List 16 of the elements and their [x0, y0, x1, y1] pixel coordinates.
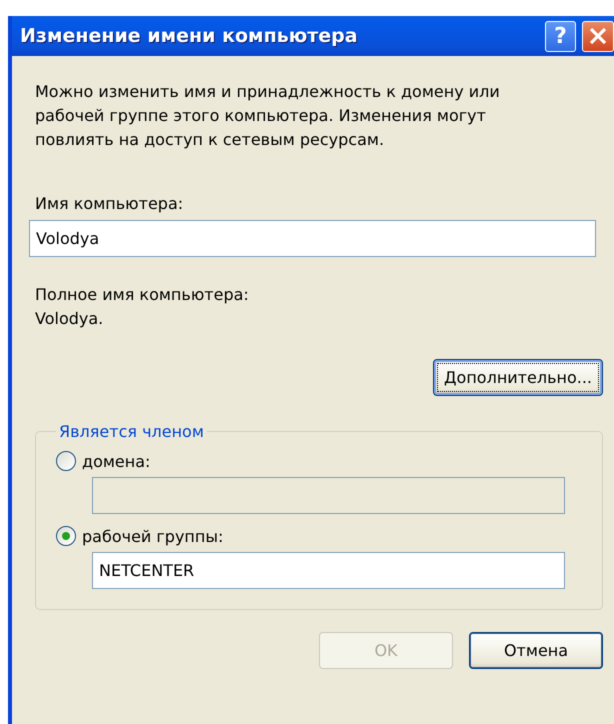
close-icon — [588, 26, 608, 46]
close-button[interactable] — [582, 20, 614, 52]
text-field[interactable]: NETCENTER — [92, 552, 565, 589]
radio-button[interactable] — [56, 451, 76, 471]
window-title: Изменение имени компьютера — [20, 25, 359, 47]
field-label: Имя компьютера: — [34, 193, 184, 215]
cancel-button[interactable]: Отмена — [469, 632, 603, 669]
radio-label: рабочей группы: — [82, 526, 224, 546]
full-name-text: Volodya. — [34, 308, 104, 330]
description-text: Можно изменить имя и принадлежность к домену или рабочей группе этого компьютера. Изменения могут повлиять на доступ к сетевым ресурсам. — [34, 81, 501, 151]
group-legend: Является членом — [56, 422, 207, 441]
computer-name-field[interactable]: Volodya — [29, 220, 596, 257]
field-label: Полное имя компьютера: — [34, 284, 250, 306]
radio-button[interactable] — [56, 526, 76, 546]
advanced-button[interactable]: Дополнительно... — [433, 359, 603, 396]
radio-label: домена: — [82, 452, 150, 470]
